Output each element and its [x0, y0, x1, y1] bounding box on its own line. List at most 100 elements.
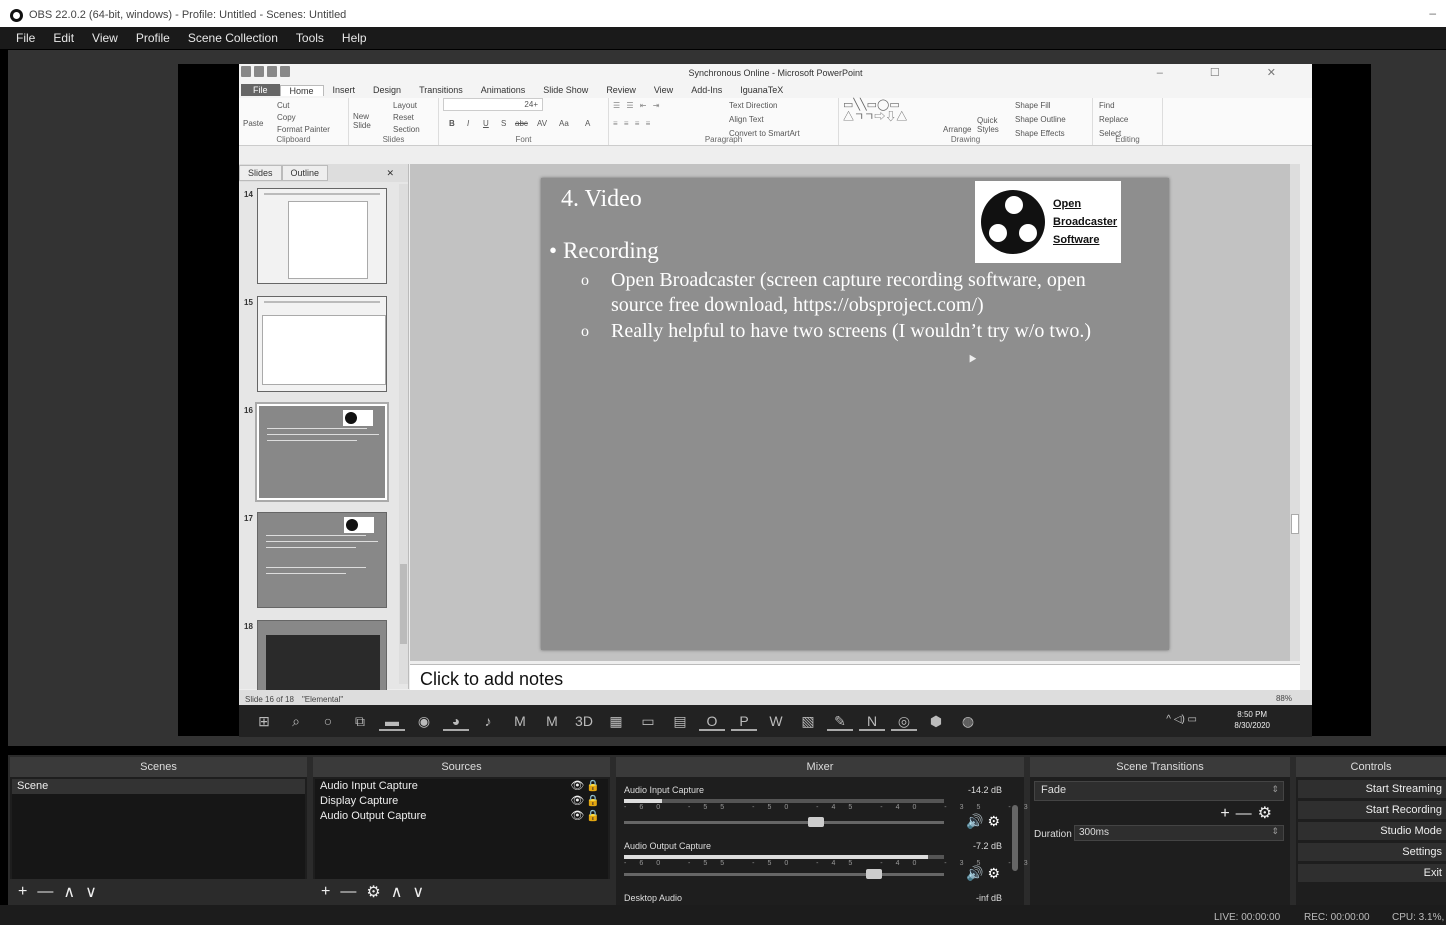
track-db: -14.2 dB [967, 785, 1002, 795]
add-scene-button[interactable]: + [18, 883, 27, 901]
menu-file[interactable]: File [6, 31, 43, 45]
source-settings-gear-icon[interactable]: ⚙ [366, 882, 380, 902]
change-case-button: Aa [559, 119, 569, 128]
remove-scene-button[interactable]: — [37, 883, 53, 901]
slide-thumbnail: 17 [239, 510, 399, 610]
menu-scene-collection[interactable]: Scene Collection [178, 31, 286, 45]
app-icon: ▤ [673, 713, 687, 729]
transition-gear-icon[interactable]: ⚙ [1258, 805, 1278, 822]
speaker-icon[interactable]: 🔊 [966, 865, 983, 881]
source-item[interactable]: Audio Output Capture 👁🔒 [315, 809, 608, 824]
ribbon-tabs: File Home Insert Design Transitions Anim… [239, 82, 1312, 98]
remove-transition-button[interactable]: — [1236, 805, 1258, 822]
track-controls: 🔊 ⚙ [966, 865, 1000, 882]
track-gear-icon[interactable]: ⚙ [987, 813, 1000, 829]
menu-tools[interactable]: Tools [286, 31, 332, 45]
clipboard-label: Clipboard [276, 135, 311, 144]
move-up-button[interactable]: ∧ [63, 882, 75, 902]
scenes-toolbar: + — ∧ ∨ [10, 879, 307, 905]
start-recording-button[interactable]: Start Recording [1298, 801, 1446, 819]
settings-button[interactable]: Settings [1298, 843, 1446, 861]
mixer-scrollbar[interactable] [1012, 805, 1018, 871]
tab-insert: Insert [332, 85, 356, 95]
transitions-dock: Scene Transitions Fade ⇕ +—⚙ Duration 300… [1030, 757, 1290, 905]
scene-item[interactable]: Scene [12, 779, 305, 794]
slide-thumbnail: 15 [239, 294, 399, 394]
source-item[interactable]: Display Capture 👁🔒 [315, 794, 608, 809]
visibility-lock-icon[interactable]: 👁🔒 [570, 809, 602, 824]
track-db: -inf dB [975, 893, 1002, 903]
mixer-track-name: Audio Input Capture -14.2 dB [624, 785, 1002, 795]
sub-bullet-marker: o [581, 272, 589, 289]
exit-button[interactable]: Exit [1298, 864, 1446, 882]
meter-ticks: -60 -55 -50 -45 -40 -35 -30 -25 -20 -15 … [624, 804, 1393, 811]
controls-buttons: Start Streaming Start Recording Studio M… [1296, 780, 1446, 882]
remove-source-button[interactable]: — [340, 883, 356, 901]
menu-edit[interactable]: Edit [43, 31, 82, 45]
slide-number: 14 [244, 190, 253, 199]
app-icon: ▧ [801, 713, 815, 729]
theme-name: "Elemental" [301, 695, 344, 704]
system-tray: ^ ◁) ▭ [1166, 714, 1197, 725]
track-gear-icon[interactable]: ⚙ [987, 865, 1000, 881]
volume-slider[interactable] [624, 869, 944, 879]
slide-number: 17 [244, 514, 253, 523]
cpu-usage: CPU: 3.1%, [1392, 912, 1445, 923]
mixer-track-name: Audio Output Capture -7.2 dB [624, 841, 1002, 851]
duration-input[interactable]: 300ms ⇕ [1074, 825, 1284, 841]
powerpoint-title-bar: Synchronous Online - Microsoft PowerPoin… [239, 64, 1312, 82]
replace-button: Replace [1099, 115, 1129, 124]
powerpoint-title: Synchronous Online - Microsoft PowerPoin… [688, 68, 863, 78]
move-down-button[interactable]: ∨ [412, 882, 424, 902]
source-item[interactable]: Audio Input Capture 👁🔒 [315, 779, 608, 794]
taskbar-clock: 8:50 PM 8/30/2020 [1234, 710, 1270, 730]
sub-bullet-text: Open Broadcaster (screen capture recordi… [611, 269, 1086, 316]
app-icon: ⬢ [929, 713, 943, 729]
paragraph-label: Paragraph [704, 135, 743, 144]
strikethrough-button: abc [515, 119, 528, 128]
task-view-icon: ⧉ [355, 713, 365, 729]
volume-slider[interactable] [624, 817, 944, 827]
sources-header: Sources [313, 757, 610, 777]
tab-animations: Animations [480, 85, 526, 95]
speaker-icon[interactable]: 🔊 [966, 813, 983, 829]
scenes-dock: Scenes Scene + — ∧ ∨ [10, 757, 307, 905]
visibility-lock-icon[interactable]: 👁🔒 [570, 794, 602, 809]
zoom-level: 88% [1275, 694, 1292, 703]
scenes-list[interactable]: Scene [12, 779, 305, 879]
menu-help[interactable]: Help [332, 31, 375, 45]
studio-mode-button[interactable]: Studio Mode [1298, 822, 1446, 840]
clipboard-group: Paste Cut Copy Format Painter Clipboard [239, 98, 349, 145]
visibility-lock-icon[interactable]: 👁🔒 [570, 779, 602, 794]
tab-review: Review [606, 85, 636, 95]
quick-styles-button: Quick Styles [977, 116, 999, 134]
word-icon: W [769, 713, 783, 729]
add-transition-button[interactable]: + [1220, 805, 1235, 822]
move-up-button[interactable]: ∧ [391, 882, 403, 902]
font-size-box: 24+ [443, 98, 543, 111]
controls-dock: Controls Start Streaming Start Recording… [1296, 757, 1446, 905]
slide-bullet: • Recording [549, 238, 659, 264]
slide-heading: 4. Video [561, 186, 642, 212]
start-streaming-button[interactable]: Start Streaming [1298, 780, 1446, 798]
menu-profile[interactable]: Profile [126, 31, 178, 45]
move-down-button[interactable]: ∨ [85, 882, 97, 902]
firefox-icon: ◕ [443, 711, 469, 731]
mixer-body: Audio Input Capture -14.2 dB -60 -55 -50 … [618, 779, 1393, 905]
add-source-button[interactable]: + [321, 883, 330, 901]
captured-powerpoint-window: Synchronous Online - Microsoft PowerPoin… [239, 64, 1312, 709]
slide-number: 18 [244, 622, 253, 631]
editing-label: Editing [1115, 135, 1140, 144]
scenes-header: Scenes [10, 757, 307, 777]
sub-bullet-marker: o [581, 323, 589, 340]
volume-meter [624, 855, 944, 859]
menu-view[interactable]: View [82, 31, 126, 45]
minimize-button[interactable]: – [1429, 6, 1436, 20]
underline-button: U [483, 119, 489, 128]
mixer-header: Mixer [616, 757, 1024, 777]
transition-select[interactable]: Fade ⇕ [1034, 781, 1284, 801]
align-buttons: ≡ ≡ ≡ ≡ [613, 119, 653, 128]
new-slide-button: New Slide [353, 112, 371, 130]
sources-list[interactable]: Audio Input Capture 👁🔒 Display Capture 👁🔒 … [315, 779, 608, 879]
slide-sub-bullet: o Open Broadcaster (screen capture record… [581, 268, 1141, 318]
